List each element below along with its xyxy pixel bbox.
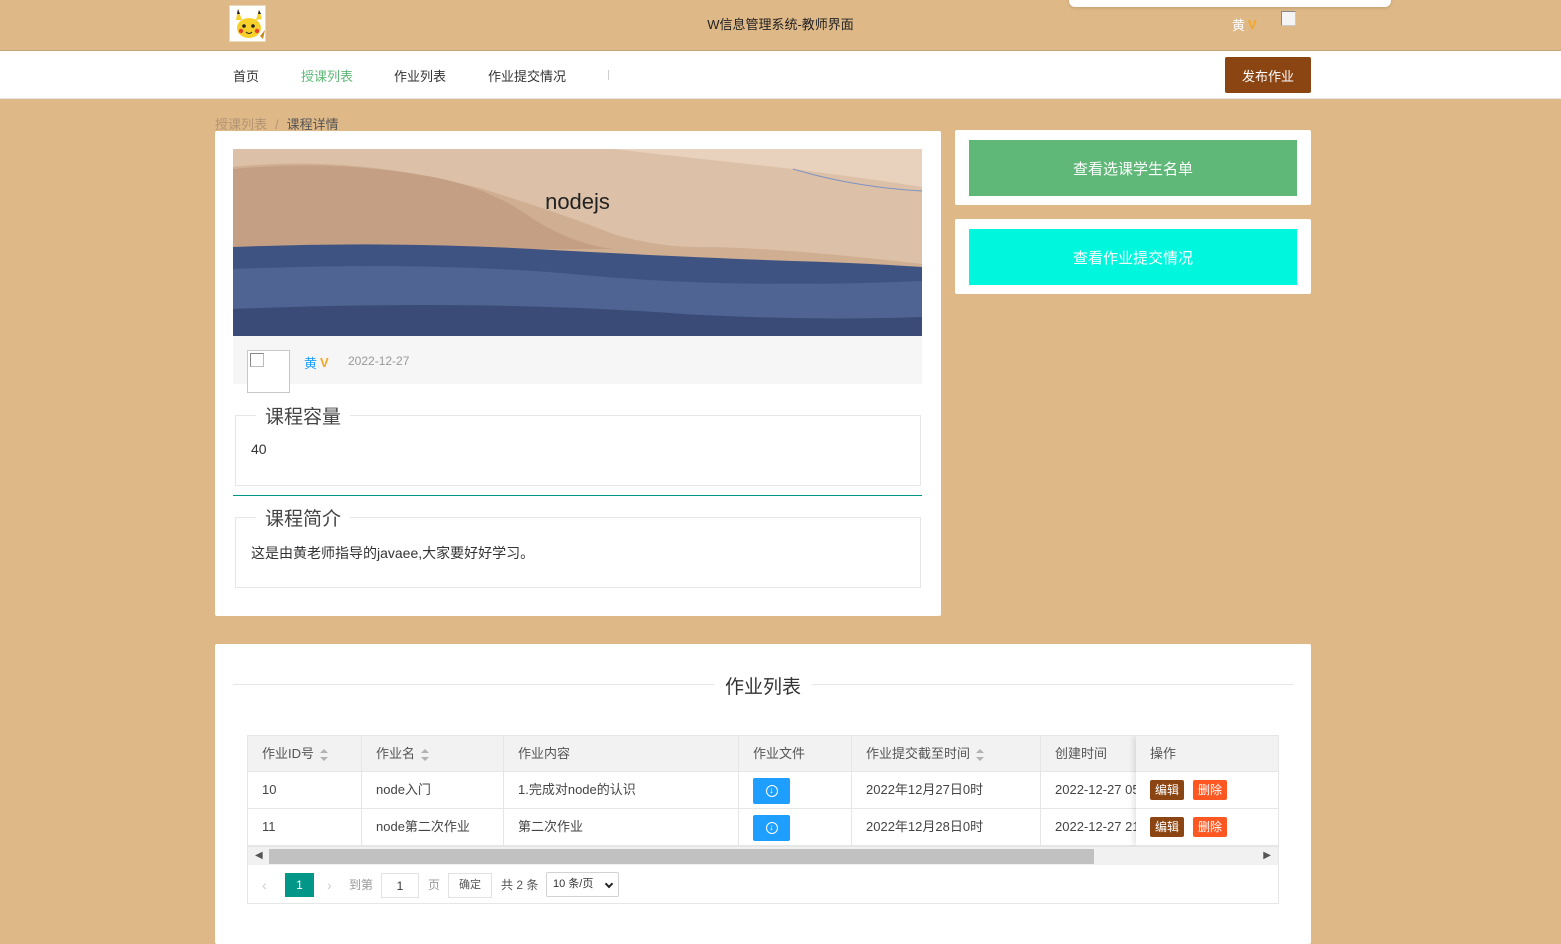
view-students-button[interactable]: 查看选课学生名单	[969, 140, 1297, 196]
course-date: 2022-12-27	[348, 354, 410, 368]
download-button[interactable]: ↓	[753, 777, 790, 804]
broken-image-icon	[250, 353, 264, 367]
download-icon: ↓	[765, 821, 778, 834]
table-row: 10 node入门 1.完成对node的认识 ↓ 2022年12月27日0时 2…	[248, 772, 1278, 809]
section-divider	[233, 495, 922, 496]
course-meta-bar: 黄 V 2022-12-27	[233, 336, 922, 393]
cell-operation: 编辑 删除	[1136, 772, 1278, 809]
col-header-deadline[interactable]: 作业提交截至时间	[852, 736, 1041, 772]
homework-panel: 作业列表 作业ID号 作业名 作业内容 作业文件 作业提交截至时间 创建时间 1…	[215, 644, 1311, 944]
header-avatar[interactable]	[1281, 11, 1296, 26]
capacity-value: 40	[251, 441, 267, 457]
nav-item-submission-status[interactable]: 作业提交情况	[488, 66, 566, 85]
cell-name: node第二次作业	[362, 809, 504, 845]
nav-item-homework-list[interactable]: 作业列表	[394, 66, 446, 85]
col-header-id-text: 作业ID号	[262, 746, 315, 761]
page-1-button[interactable]: 1	[285, 873, 314, 897]
landscape-banner-image	[233, 149, 922, 336]
sort-icon[interactable]	[421, 748, 430, 761]
nav-divider	[608, 70, 609, 80]
col-header-operation: 操作	[1136, 736, 1278, 772]
edit-button[interactable]: 编辑	[1150, 817, 1185, 837]
col-header-name[interactable]: 作业名	[362, 736, 504, 772]
view-submissions-button[interactable]: 查看作业提交情况	[969, 229, 1297, 285]
intro-fieldset: 课程简介 这是由黄老师指导的javaee,大家要好好学习。	[235, 504, 921, 588]
scroll-thumb[interactable]	[269, 849, 1094, 864]
vip-v-icon: V	[320, 355, 329, 370]
goto-page-input[interactable]	[381, 873, 419, 898]
cell-content: 1.完成对node的认识	[504, 772, 739, 808]
breadcrumb-current: 课程详情	[286, 117, 339, 132]
prev-page-icon[interactable]: ‹	[262, 873, 267, 897]
cell-id: 10	[248, 772, 362, 808]
cell-id: 11	[248, 809, 362, 845]
dropdown-popup	[1069, 0, 1391, 7]
app-title: W信息管理系统-教师界面	[707, 17, 854, 32]
homework-section-title: 作业列表	[215, 672, 1311, 699]
homework-section-title-text: 作业列表	[713, 677, 812, 698]
cell-file: ↓	[739, 809, 852, 845]
nav-item-course-list[interactable]: 授课列表	[301, 66, 353, 85]
download-button[interactable]: ↓	[753, 814, 790, 841]
col-header-content: 作业内容	[504, 736, 739, 772]
horizontal-scrollbar[interactable]: ◀ ▶	[248, 846, 1278, 865]
capacity-fieldset: 课程容量 40	[235, 402, 921, 486]
cell-operation: 编辑 删除	[1136, 809, 1278, 846]
sort-icon[interactable]	[976, 748, 985, 761]
pagination: ‹ 1 › 到第 页 确定 共 2 条 10 条/页	[248, 866, 1278, 903]
teacher-name-text: 黄	[304, 356, 318, 371]
col-header-file: 作业文件	[739, 736, 852, 772]
publish-homework-button[interactable]: 发布作业	[1225, 57, 1311, 93]
col-header-name-text: 作业名	[376, 746, 416, 761]
homework-table: 作业ID号 作业名 作业内容 作业文件 作业提交截至时间 创建时间 10 nod…	[247, 735, 1279, 904]
students-action-card: 查看选课学生名单	[955, 130, 1311, 205]
page-size-value: 10 条/页	[553, 878, 594, 890]
teacher-name[interactable]: 黄 V	[304, 353, 329, 372]
top-header: W信息管理系统-教师界面 黄 V	[0, 0, 1561, 51]
page-unit-label: 页	[428, 878, 441, 892]
intro-legend: 课程简介	[256, 504, 351, 531]
table-header: 作业ID号 作业名 作业内容 作业文件 作业提交截至时间 创建时间	[248, 736, 1278, 772]
delete-button[interactable]: 删除	[1193, 780, 1228, 800]
delete-button[interactable]: 删除	[1193, 817, 1228, 837]
total-count: 共 2 条	[501, 878, 539, 892]
submissions-action-card: 查看作业提交情况	[955, 219, 1311, 294]
breadcrumb-course-list[interactable]: 授课列表	[215, 117, 267, 132]
cell-deadline: 2022年12月27日0时	[852, 772, 1041, 808]
col-header-id[interactable]: 作业ID号	[248, 736, 362, 772]
next-page-icon[interactable]: ›	[327, 873, 332, 897]
intro-value: 这是由黄老师指导的javaee,大家要好好学习。	[251, 545, 535, 561]
cell-file: ↓	[739, 772, 852, 808]
scroll-right-icon[interactable]: ▶	[1263, 850, 1271, 861]
edit-button[interactable]: 编辑	[1150, 780, 1185, 800]
course-name: nodejs	[545, 189, 610, 214]
cell-name: node入门	[362, 772, 504, 808]
cell-deadline: 2022年12月28日0时	[852, 809, 1041, 845]
main-nav: 首页 授课列表 作业列表 作业提交情况 发布作业	[0, 51, 1561, 99]
scroll-left-icon[interactable]: ◀	[255, 850, 263, 861]
chevron-down-icon	[604, 879, 614, 889]
nav-item-home[interactable]: 首页	[233, 66, 259, 85]
teacher-avatar	[247, 350, 290, 393]
page-size-select[interactable]: 10 条/页	[546, 872, 619, 897]
download-icon: ↓	[765, 784, 778, 797]
course-banner: nodejs	[233, 149, 922, 336]
table-row: 11 node第二次作业 第二次作业 ↓ 2022年12月28日0时 2022-…	[248, 809, 1278, 846]
header-user[interactable]: 黄 V	[1232, 15, 1257, 34]
operation-column: 操作 编辑 删除 编辑 删除	[1136, 736, 1278, 846]
course-detail-card: nodejs 黄 V 2022-12-27 课程容量 40 课程简介 这是由黄老…	[215, 131, 941, 616]
sort-icon[interactable]	[320, 748, 329, 761]
capacity-legend: 课程容量	[256, 402, 351, 429]
breadcrumb-separator: /	[275, 117, 279, 132]
goto-label: 到第	[349, 878, 374, 892]
vip-v-icon: V	[1248, 17, 1257, 32]
header-user-name: 黄	[1232, 18, 1246, 33]
goto-confirm-button[interactable]: 确定	[448, 873, 492, 898]
cell-content: 第二次作业	[504, 809, 739, 845]
col-header-deadline-text: 作业提交截至时间	[866, 746, 971, 761]
